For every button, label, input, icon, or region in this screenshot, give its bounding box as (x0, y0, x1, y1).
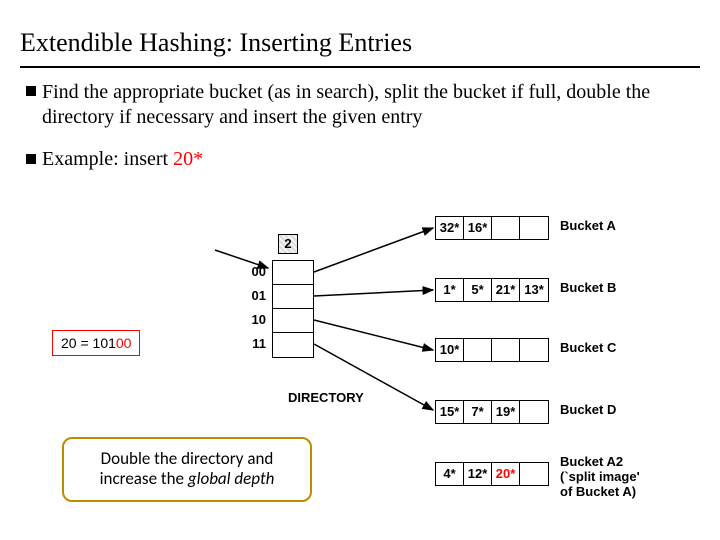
dir-cell (273, 261, 313, 285)
bucket-cell: 32* (436, 217, 464, 239)
bucket-cell: 19* (492, 401, 520, 423)
bucket-cell: 21* (492, 279, 520, 301)
example-prefix: Example: insert (42, 148, 173, 170)
bucket-cell (520, 339, 548, 361)
bullet-marker-icon (26, 86, 36, 96)
bucket-cell: 4* (436, 463, 464, 485)
bullet-main-text: Find the appropriate bucket (as in searc… (42, 80, 690, 130)
bucket-cell (520, 463, 548, 485)
dir-cell (273, 285, 313, 309)
bucket-cell (520, 401, 548, 423)
bullet-example-row: Example: insert 20* (0, 148, 720, 171)
callout-line1: Double the directory and (78, 449, 296, 469)
bucket-cell: 5* (464, 279, 492, 301)
bucket-A2-label-line1: Bucket A2 (560, 455, 640, 470)
dir-label-10: 10 (242, 312, 266, 327)
bucket-cell: 7* (464, 401, 492, 423)
bucket-cell: 16* (464, 217, 492, 239)
dir-label-01: 01 (242, 288, 266, 303)
global-depth-box: 2 (278, 234, 298, 254)
dir-cell (273, 333, 313, 357)
bucket-cell: 1* (436, 279, 464, 301)
binary-prefix: 20 = 101 (61, 335, 116, 351)
bucket-C-label: Bucket C (560, 341, 616, 356)
bucket-D-label: Bucket D (560, 403, 616, 418)
bucket-cell: 15* (436, 401, 464, 423)
bullet-marker-icon (26, 154, 36, 164)
bucket-cell (520, 217, 548, 239)
bucket-C: 10* (435, 338, 549, 362)
directory-box (272, 260, 314, 358)
binary-suffix: 00 (116, 335, 132, 351)
example-text: Example: insert 20* (42, 148, 203, 171)
example-value: 20* (173, 148, 203, 170)
bucket-A: 32* 16* (435, 216, 549, 240)
bucket-B: 1* 5* 21* 13* (435, 278, 549, 302)
slide-title: Extendible Hashing: Inserting Entries (0, 0, 720, 66)
bucket-cell-inserted: 20* (492, 463, 520, 485)
directory-caption: DIRECTORY (288, 390, 364, 405)
bucket-A2-label: Bucket A2 (`split image' of Bucket A) (560, 455, 640, 500)
binary-box: 20 = 10100 (52, 330, 140, 356)
title-divider (20, 66, 700, 68)
bucket-A2-label-line3: of Bucket A) (560, 485, 640, 500)
callout-double-directory: Double the directory and increase the gl… (62, 437, 312, 502)
bucket-A2-label-line2: (`split image' (560, 470, 640, 485)
bucket-cell (492, 339, 520, 361)
bucket-cell: 12* (464, 463, 492, 485)
bucket-cell (492, 217, 520, 239)
bullet-main-row: Find the appropriate bucket (as in searc… (0, 80, 720, 130)
bucket-A-label: Bucket A (560, 219, 616, 234)
bucket-B-label: Bucket B (560, 281, 616, 296)
dir-label-11: 11 (242, 336, 266, 351)
bucket-cell: 10* (436, 339, 464, 361)
dir-label-00: 00 (242, 264, 266, 279)
callout-line2a: increase the (100, 468, 188, 489)
callout-global-depth-phrase: global depth (188, 468, 275, 489)
bucket-cell (464, 339, 492, 361)
bucket-cell: 13* (520, 279, 548, 301)
bucket-A2: 4* 12* 20* (435, 462, 549, 486)
dir-cell (273, 309, 313, 333)
bucket-D: 15* 7* 19* (435, 400, 549, 424)
